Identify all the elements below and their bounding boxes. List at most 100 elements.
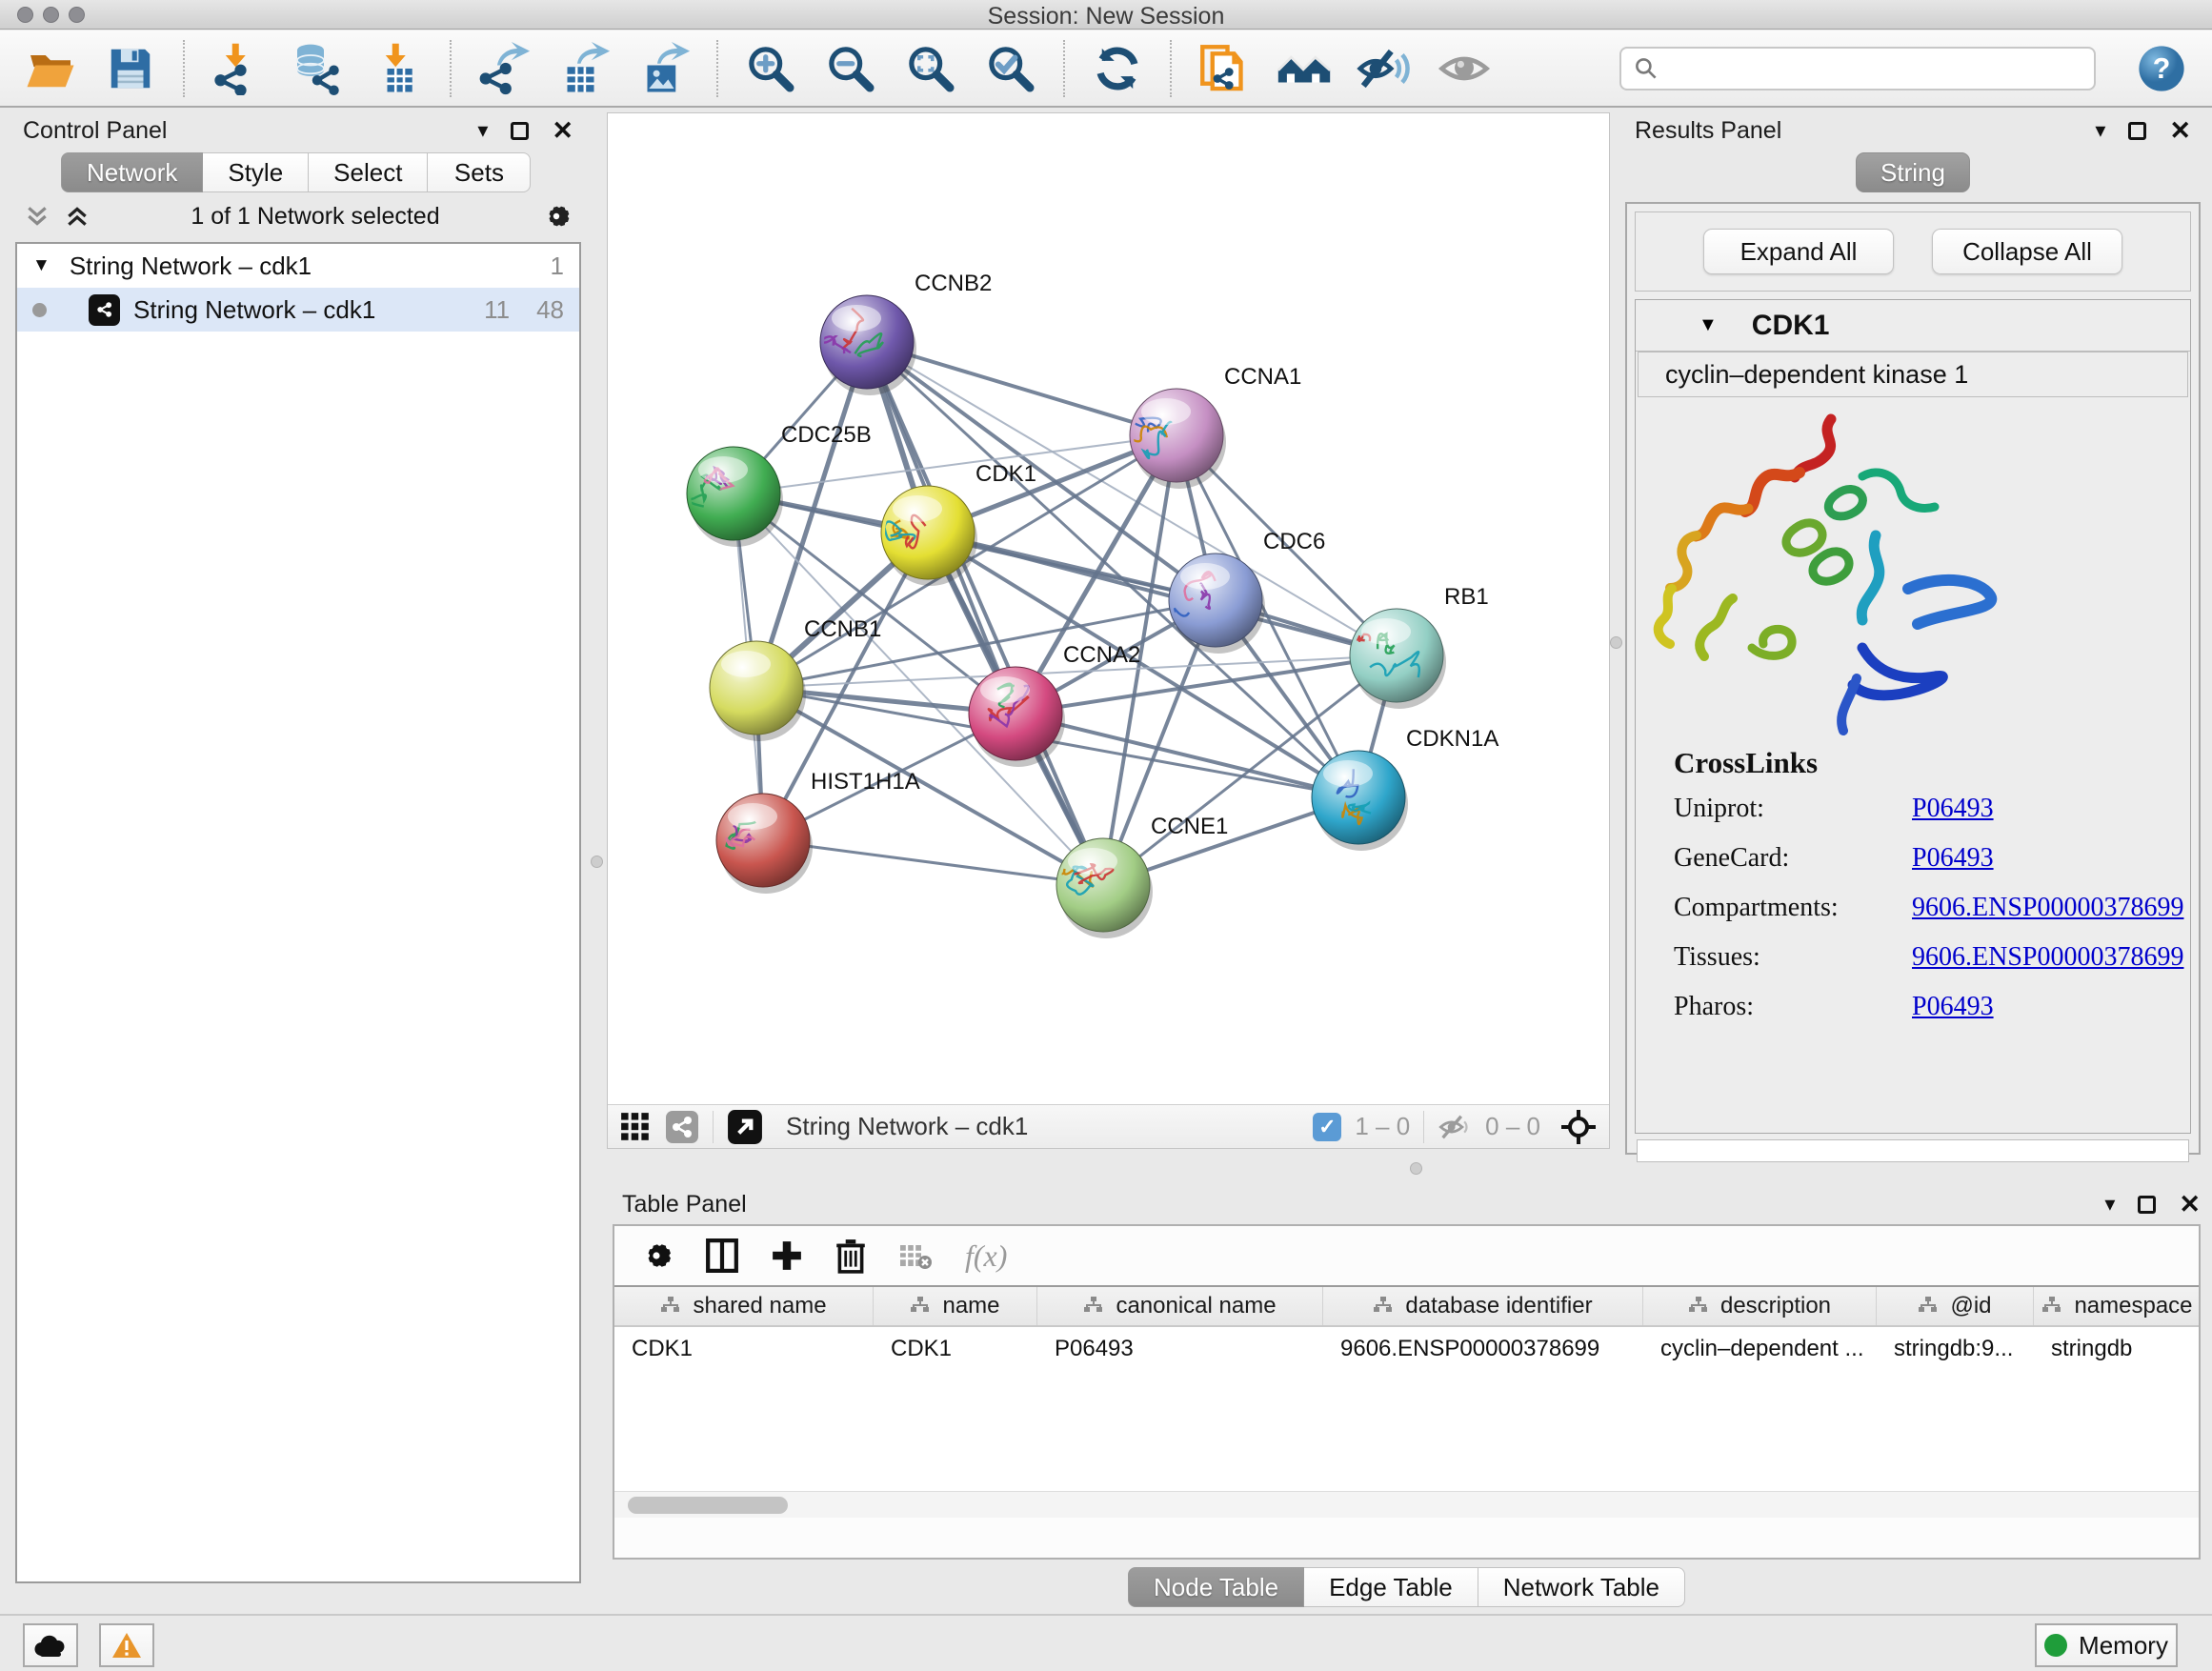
eye-icon xyxy=(1437,41,1492,96)
panel-menu-icon[interactable]: ▾ xyxy=(477,120,488,141)
collapse-all-button[interactable]: Collapse All xyxy=(1932,229,2122,274)
delete-column-icon[interactable] xyxy=(835,1238,866,1274)
panel-menu-icon[interactable]: ▾ xyxy=(2104,1194,2115,1215)
column-tree-icon xyxy=(1688,1296,1709,1317)
network-canvas[interactable]: CCNB2CCNA1CDC25BCDK1CDC6RB1CCNB1CCNA2CDK… xyxy=(608,113,1609,1104)
tab-edge-table[interactable]: Edge Table xyxy=(1304,1567,1478,1607)
help-button[interactable]: ? xyxy=(2134,41,2189,96)
zoom-fit-button[interactable] xyxy=(903,41,958,96)
import-network-icon xyxy=(211,42,264,95)
crosslink-link[interactable]: P06493 xyxy=(1912,843,1994,874)
left-splitter-grip[interactable] xyxy=(591,856,603,868)
column-header-canonical-name[interactable]: canonical name xyxy=(1037,1287,1323,1325)
function-builder-icon-disabled: f(x) xyxy=(965,1238,1007,1274)
svg-text:CCNB2: CCNB2 xyxy=(915,271,992,296)
selected-checkbox[interactable]: ✓ xyxy=(1313,1113,1341,1141)
crosslink-link[interactable]: P06493 xyxy=(1912,794,1994,824)
crosslink-link[interactable]: 9606.ENSP00000378699 xyxy=(1912,942,2183,973)
search-input[interactable] xyxy=(1659,50,2082,88)
right-splitter-grip[interactable] xyxy=(1610,636,1622,649)
memory-button[interactable]: Memory xyxy=(2035,1623,2178,1667)
crosslink-link[interactable]: 9606.ENSP00000378699 xyxy=(1912,893,2183,923)
status-bar: Memory xyxy=(0,1614,2212,1671)
network-collection-row[interactable]: ▼ String Network – cdk1 1 xyxy=(17,244,579,288)
open-session-button[interactable] xyxy=(23,41,78,96)
warnings-button[interactable] xyxy=(99,1623,154,1667)
table-header-row: shared namenamecanonical namedatabase id… xyxy=(614,1287,2199,1327)
export-network-button[interactable] xyxy=(476,41,532,96)
network-view-share-icon[interactable] xyxy=(665,1110,699,1144)
eye-slash-icon xyxy=(1357,41,1412,96)
results-panel: Results Panel ▾ ✕ String Expand All Coll… xyxy=(1619,112,2206,1174)
expand-all-icon[interactable] xyxy=(65,204,90,229)
svg-text:?: ? xyxy=(2153,53,2171,85)
fit-content-crosshair-icon[interactable] xyxy=(1559,1108,1598,1146)
network-view-toolbar: String Network – cdk1 ✓ 1 – 0 0 – 0 xyxy=(608,1104,1609,1148)
update-button[interactable] xyxy=(1090,41,1145,96)
column-header-namespace[interactable]: namespace xyxy=(2034,1287,2199,1325)
grid-view-icon[interactable] xyxy=(619,1111,652,1143)
zoom-in-button[interactable] xyxy=(743,41,798,96)
column-header--id[interactable]: @id xyxy=(1877,1287,2034,1325)
column-header-shared-name[interactable]: shared name xyxy=(614,1287,874,1325)
column-header-database-identifier[interactable]: database identifier xyxy=(1323,1287,1643,1325)
column-tree-icon xyxy=(1373,1296,1394,1317)
export-table-button[interactable] xyxy=(556,41,612,96)
tab-sets[interactable]: Sets xyxy=(428,152,531,192)
expand-all-button[interactable]: Expand All xyxy=(1703,229,1894,274)
show-columns-icon[interactable] xyxy=(706,1238,738,1273)
scrollbar-thumb[interactable] xyxy=(628,1497,788,1514)
table-panel-title: Table Panel xyxy=(622,1191,747,1218)
toolbar-separator xyxy=(716,40,718,97)
horizontal-scrollbar[interactable] xyxy=(614,1491,2199,1518)
import-network-database-button[interactable] xyxy=(290,41,345,96)
export-image-button[interactable] xyxy=(636,41,692,96)
import-network-file-button[interactable] xyxy=(210,41,265,96)
column-header-description[interactable]: description xyxy=(1643,1287,1877,1325)
string-home-button[interactable] xyxy=(1277,41,1332,96)
float-panel-icon[interactable] xyxy=(2138,1196,2156,1214)
network-row[interactable]: String Network – cdk1 11 48 xyxy=(17,288,579,332)
column-tree-icon xyxy=(2041,1296,2062,1317)
save-floppy-icon xyxy=(105,43,156,94)
zoom-out-icon xyxy=(824,42,877,95)
tab-style[interactable]: Style xyxy=(203,152,309,192)
collapse-all-icon[interactable] xyxy=(25,204,50,229)
hide-glass-button[interactable] xyxy=(1357,41,1412,96)
close-panel-icon[interactable]: ✕ xyxy=(552,118,573,144)
save-session-button[interactable] xyxy=(103,41,158,96)
table-options-gear-icon[interactable] xyxy=(639,1238,674,1273)
table-row[interactable]: CDK1CDK1P064939606.ENSP00000378699cyclin… xyxy=(614,1327,2199,1371)
tree-expand-icon[interactable]: ▼ xyxy=(32,255,50,276)
column-tree-icon xyxy=(1918,1296,1939,1317)
float-panel-icon[interactable] xyxy=(511,122,529,140)
tab-network-table[interactable]: Network Table xyxy=(1478,1567,1685,1607)
birdseye-view-icon[interactable] xyxy=(727,1109,763,1145)
tab-network[interactable]: Network xyxy=(61,152,203,192)
cloud-status-button[interactable] xyxy=(23,1623,78,1667)
bottom-splitter-grip[interactable] xyxy=(1410,1162,1422,1175)
crosslink-row: Pharos:P06493 xyxy=(1674,992,2190,1022)
search-field[interactable] xyxy=(1619,47,2096,91)
table-tabs: Node Table Edge Table Network Table xyxy=(607,1567,2206,1607)
share-document-button[interactable] xyxy=(1196,41,1252,96)
export-table-icon xyxy=(557,42,611,95)
zoom-out-button[interactable] xyxy=(823,41,878,96)
section-collapse-icon[interactable]: ▼ xyxy=(1699,314,1718,336)
network-options-gear-icon[interactable] xyxy=(541,201,572,232)
tab-string[interactable]: String xyxy=(1856,152,1970,192)
export-image-icon xyxy=(637,42,691,95)
show-glass-button[interactable] xyxy=(1437,41,1492,96)
close-panel-icon[interactable]: ✕ xyxy=(2169,118,2191,144)
float-panel-icon[interactable] xyxy=(2128,122,2146,140)
import-table-file-button[interactable] xyxy=(370,41,425,96)
tab-node-table[interactable]: Node Table xyxy=(1128,1567,1304,1607)
column-tree-icon xyxy=(1083,1296,1104,1317)
add-column-icon[interactable] xyxy=(771,1239,803,1272)
zoom-selected-button[interactable] xyxy=(983,41,1038,96)
crosslink-link[interactable]: P06493 xyxy=(1912,992,1994,1022)
close-panel-icon[interactable]: ✕ xyxy=(2179,1192,2201,1218)
tab-select[interactable]: Select xyxy=(309,152,428,192)
panel-menu-icon[interactable]: ▾ xyxy=(2095,120,2105,141)
column-header-name[interactable]: name xyxy=(874,1287,1037,1325)
